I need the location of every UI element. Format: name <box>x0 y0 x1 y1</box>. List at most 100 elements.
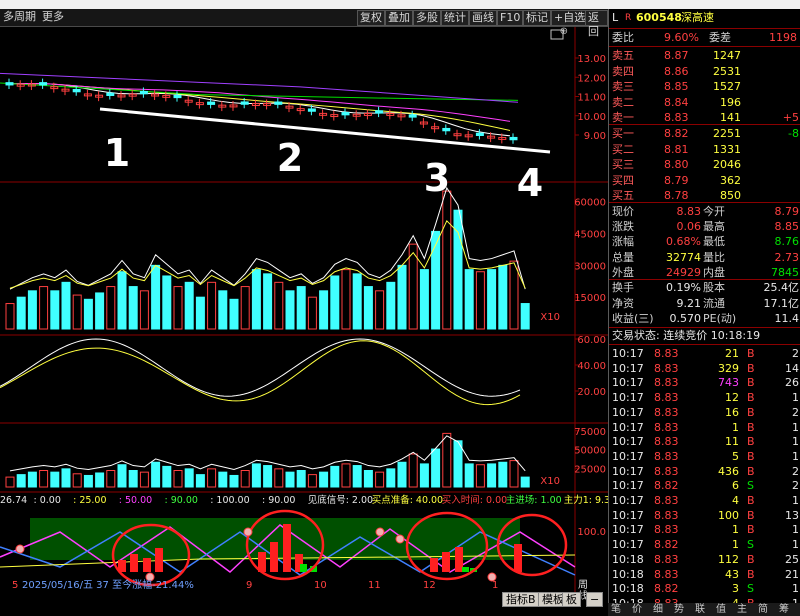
volume-bar <box>251 269 261 330</box>
tab-lian[interactable]: 联 <box>695 603 705 616</box>
ask-price: 8.85 <box>664 80 689 93</box>
stat-label: 股本 <box>703 281 725 294</box>
tab-shi[interactable]: 势 <box>674 603 684 616</box>
tab-zhi[interactable]: 值 <box>716 603 726 616</box>
tab-board[interactable]: 板 <box>562 592 581 607</box>
volume-bar <box>229 298 239 330</box>
stat-label: 今开 <box>703 205 725 218</box>
tab-chou[interactable]: 筹 <box>779 603 789 616</box>
date-tick: 1 <box>492 580 499 591</box>
candle-body <box>375 110 384 114</box>
volume2-bar <box>106 470 116 488</box>
stat-row: 总量 32774 量比 2.73 <box>609 250 800 266</box>
price-tick-label: 12.00 <box>577 73 606 84</box>
tab-indicator-b[interactable]: 指标B <box>502 592 540 607</box>
volume2-bar <box>419 463 429 488</box>
quote-header: L R 600548 深高速 <box>609 9 800 27</box>
tick-time: 10:17 <box>612 479 644 493</box>
tick-time: 10:18 <box>612 582 644 596</box>
stats-button[interactable]: 统计 <box>441 10 469 26</box>
tick-direction: B <box>747 552 755 566</box>
volume2-bar <box>240 470 250 488</box>
tab-minus[interactable]: − <box>586 592 604 607</box>
date-tick: 9 <box>246 580 253 591</box>
volume2-bar <box>184 468 194 488</box>
volume-bar <box>218 290 228 330</box>
indicator-value: : 100.00 <box>210 495 249 506</box>
multi-stock-button[interactable]: 多股 <box>413 10 441 26</box>
price-tick-label: 10.00 <box>577 112 606 123</box>
indicator-red-bar <box>283 524 291 572</box>
volume2-bar <box>95 472 105 488</box>
volume-bar <box>139 290 149 330</box>
overlay-button[interactable]: 叠加 <box>385 10 413 26</box>
date-range-info: 2025/05/16/五 37 至今涨幅-21.44% <box>22 580 194 591</box>
f10-button[interactable]: F10 <box>497 10 524 26</box>
tick-time: 10:17 <box>612 376 644 390</box>
volume2-bar <box>285 471 295 488</box>
fq-button[interactable]: 复权 <box>357 10 385 26</box>
candle-body <box>207 101 216 105</box>
tick-price: 8.83 <box>654 376 679 390</box>
stock-name: 深高速 <box>681 11 714 24</box>
tick-count: 13 <box>785 508 799 522</box>
draw-line-button[interactable]: 画线 <box>469 10 497 26</box>
bid-volume: 2251 <box>713 127 741 140</box>
stat-value: 8.83 <box>676 205 702 218</box>
chart-toolbar: 多周期 更多 复权 叠加 多股 统计 画线 F10 标记 +自选 返回 <box>0 9 608 38</box>
volume-bar <box>72 294 82 330</box>
volume2-bar <box>39 470 49 488</box>
tick-price: 8.83 <box>654 405 679 419</box>
indicator-value: : 50.00 <box>119 495 152 506</box>
stat-value: 9.21 <box>676 296 702 310</box>
add-watchlist-button[interactable]: +自选 <box>551 10 589 26</box>
vol2-tick-label: X10 <box>540 476 560 487</box>
tick-time: 10:17 <box>612 391 644 405</box>
indicator-value: 主进场: 1.00 <box>506 494 562 506</box>
back-button[interactable]: 返回 <box>585 10 608 38</box>
tick-count: 26 <box>785 376 799 390</box>
tick-time: 10:17 <box>612 464 644 478</box>
mark-button[interactable]: 标记 <box>523 10 551 26</box>
zoom-icon: ⊕ <box>560 27 568 37</box>
multi-period-button[interactable]: 多周期 <box>1 10 38 24</box>
tick-volume: 12 <box>725 391 739 405</box>
tick-count: 1 <box>792 449 799 463</box>
tab-jian[interactable]: 简 <box>758 603 768 616</box>
tab-bi[interactable]: 笔 <box>611 603 621 616</box>
volume-bar <box>50 290 60 330</box>
stat-row: 涨跌 0.06 最高 8.85 <box>609 219 800 235</box>
volume2-bar <box>251 463 261 488</box>
ask-row: 卖四 8.86 2531 <box>609 64 800 80</box>
indicator-value: : 90.00 <box>262 495 295 506</box>
osc-tick-label: 60.00 <box>577 335 606 346</box>
tick-count: 2 <box>792 479 799 493</box>
volume2-bar <box>509 460 519 488</box>
tick-price: 8.83 <box>654 361 679 375</box>
vol2-tick-label: 75000 <box>574 427 606 438</box>
kline-chart-area[interactable]: 13.00 12.00 11.00 10.00 9.00 1 2 3 4 ⊕ 60000 45000 3… <box>0 27 608 600</box>
annotation-number: 1 <box>104 131 130 175</box>
indicator-value: 见底信号: 2.00 <box>308 494 373 506</box>
stat-label: 外盘 <box>612 265 634 279</box>
bid-price: 8.79 <box>664 173 689 187</box>
more-button[interactable]: 更多 <box>40 10 66 24</box>
volume2-bar <box>386 468 396 488</box>
stat-label: 涨幅 <box>612 235 634 249</box>
tab-jia[interactable]: 价 <box>632 603 642 616</box>
stat-value: 8.76 <box>774 235 800 249</box>
tab-zhu[interactable]: 主 <box>737 603 747 616</box>
chart-canvas: 13.0012.0011.0010.009.001 2 3 4⊕60000450003… <box>0 27 608 600</box>
volume2-bar <box>341 463 351 488</box>
tick-row: 10:17 8.83 1 B 1 <box>609 522 800 538</box>
volume-bar <box>195 296 205 330</box>
ask-label: 卖四 <box>612 64 634 78</box>
tab-xi[interactable]: 细 <box>653 603 663 616</box>
volume-bar <box>509 260 519 330</box>
oscillator-line <box>0 340 521 406</box>
stat-row: 收益(三) 0.570 PE(动) 11.4 <box>609 311 800 327</box>
signal-dot <box>15 544 25 554</box>
volume-bar <box>285 290 295 330</box>
tick-price: 8.83 <box>654 420 679 434</box>
stat-label: 最高 <box>703 220 725 234</box>
